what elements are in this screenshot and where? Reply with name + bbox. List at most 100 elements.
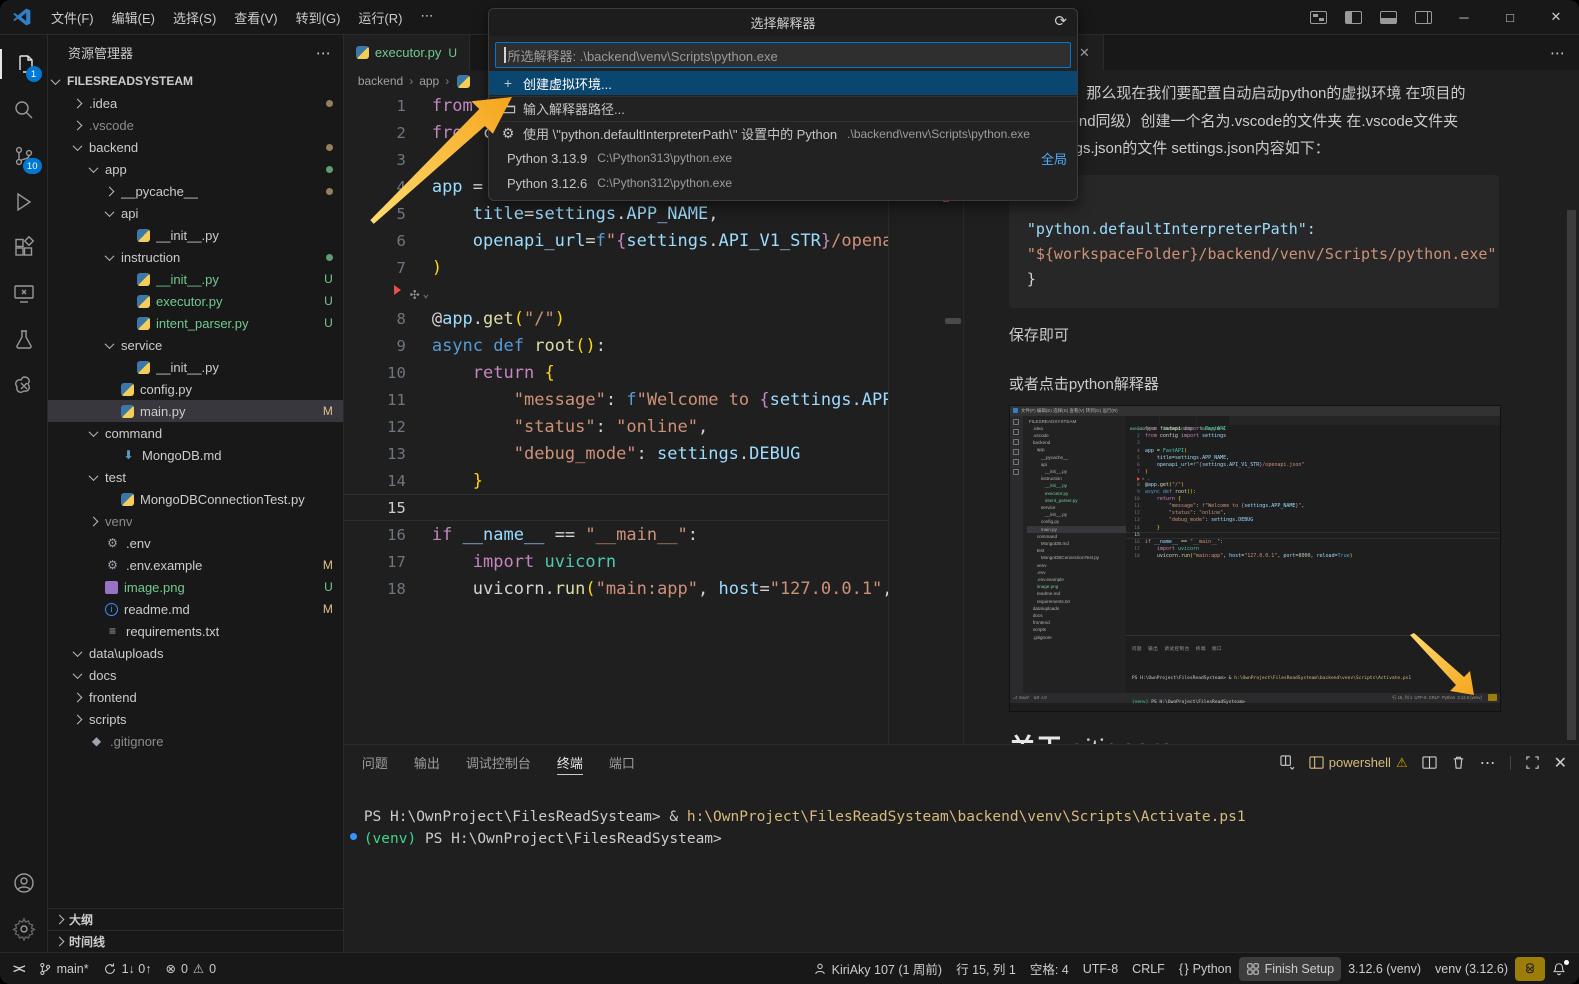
- status-person[interactable]: KiriAky 107 (1 周前): [806, 957, 949, 981]
- tree-item-docs[interactable]: docs: [48, 664, 343, 686]
- inline-ai-widget[interactable]: ✣⌄: [1126, 476, 1500, 482]
- terminal-more-icon[interactable]: ⋯: [1480, 753, 1496, 773]
- activity-extensions-icon[interactable]: [0, 225, 48, 271]
- status-item-right4[interactable]: CRLF: [1125, 957, 1172, 981]
- command-decoration-dot[interactable]: [350, 833, 357, 840]
- tree-item-__init__.py[interactable]: __init__.py: [48, 224, 343, 246]
- terminal-instance-label[interactable]: powershell ⚠: [1309, 755, 1408, 771]
- panel-tab-问题[interactable]: 问题: [362, 745, 388, 780]
- tree-item-command[interactable]: command: [48, 422, 343, 444]
- tree-item-.gitignore[interactable]: ◆.gitignore: [48, 730, 343, 752]
- panel-tab-端口[interactable]: 端口: [609, 745, 635, 780]
- activity-source-control-icon[interactable]: 10: [0, 133, 48, 179]
- refresh-icon[interactable]: ⟳: [1054, 12, 1067, 30]
- trash-icon[interactable]: [1451, 755, 1466, 770]
- menu-文件(F)[interactable]: 文件(F): [42, 4, 103, 31]
- menu-more-icon[interactable]: ⋯: [411, 4, 442, 31]
- tree-item-app[interactable]: app: [48, 158, 343, 180]
- customize-layout-icon[interactable]: [1310, 11, 1327, 24]
- toggle-secondary-sidebar-icon[interactable]: [1415, 11, 1432, 24]
- tree-item-.env[interactable]: ⚙.env: [48, 532, 343, 554]
- activity-run-debug-icon[interactable]: [0, 179, 48, 225]
- activity-explorer-icon[interactable]: 1: [0, 41, 48, 87]
- status-item-right1[interactable]: 行 15, 列 1: [949, 957, 1023, 981]
- close-panel-icon[interactable]: ✕: [1554, 753, 1567, 773]
- activity-ai-assistant-icon[interactable]: [0, 363, 48, 409]
- section-大纲[interactable]: 大纲: [48, 908, 343, 930]
- interpreter-search-input[interactable]: 所选解释器: .\backend\venv\Scripts\python.exe: [495, 42, 1071, 68]
- quickpick-item-4[interactable]: Python 3.12.6C:\Python312\python.exe: [489, 171, 1077, 195]
- tree-item-.vscode[interactable]: .vscode: [48, 114, 343, 136]
- status-grid[interactable]: Finish Setup: [1239, 957, 1341, 981]
- tree-item-instruction[interactable]: instruction: [48, 246, 343, 268]
- code-line-13[interactable]: 13 "debug_mode": settings.DEBUG: [344, 440, 888, 467]
- code-line-6[interactable]: 6 openapi_url=f"{settings.API_V1_STR}/op…: [1126, 462, 1500, 469]
- sidebar-more-icon[interactable]: ⋯: [316, 44, 331, 62]
- code-line-10[interactable]: 10 return {: [344, 359, 888, 386]
- preview-scrollbar[interactable]: [1567, 210, 1576, 740]
- quickpick-item-2[interactable]: ⚙使用 \"python.defaultInterpreterPath\" 设置…: [489, 121, 1077, 145]
- terminal-output[interactable]: PS H:\OwnProject\FilesReadSysteam> & h:\…: [344, 780, 1579, 952]
- menu-选择(S)[interactable]: 选择(S): [164, 4, 225, 31]
- inline-ai-widget[interactable]: ✣⌄: [344, 281, 888, 305]
- tree-item-venv[interactable]: venv: [48, 510, 343, 532]
- tab-executor-py[interactable]: executor.py U: [344, 35, 470, 70]
- toggle-sidebar-icon[interactable]: [1345, 11, 1362, 24]
- activity-search-icon[interactable]: [0, 87, 48, 133]
- split-terminal-dropdown-icon[interactable]: [1280, 755, 1295, 770]
- code-line-15[interactable]: 15: [344, 494, 888, 521]
- code-line-12[interactable]: 12 "status": "online",: [344, 413, 888, 440]
- code-line-16[interactable]: 16if __name__ == "__main__":: [344, 521, 888, 548]
- code-line-9[interactable]: 9async def root():: [344, 332, 888, 359]
- tree-item-scripts[interactable]: scripts: [48, 708, 343, 730]
- tree-item-backend[interactable]: backend: [48, 136, 343, 158]
- panel-tab-调试控制台[interactable]: 调试控制台: [466, 745, 531, 780]
- code-line-13[interactable]: 13 "debug_mode": settings.DEBUG: [1126, 518, 1500, 525]
- code-line-5[interactable]: 5 title=settings.APP_NAME,: [344, 200, 888, 227]
- tree-item-service[interactable]: service: [48, 334, 343, 356]
- tree-item-main.py[interactable]: main.pyM: [48, 400, 343, 422]
- activity-remote-explorer-icon[interactable]: [0, 271, 48, 317]
- code-line-18[interactable]: 18 uvicorn.run("main:app", host="127.0.0…: [344, 575, 888, 602]
- tree-item-api[interactable]: api: [48, 202, 343, 224]
- tree-item-MongoDB.md[interactable]: ⬇MongoDB.md: [48, 444, 343, 466]
- tree-item-intent_parser.py[interactable]: intent_parser.pyU: [48, 312, 343, 334]
- status-lingma[interactable]: [1515, 957, 1545, 981]
- breadcrumb-item[interactable]: backend: [358, 74, 403, 88]
- ai-sparkle-icon[interactable]: ✣: [410, 284, 420, 303]
- minimize-button[interactable]: ─: [1441, 0, 1487, 34]
- editor-actions-more-icon[interactable]: ⋯: [1550, 44, 1579, 62]
- code-line-8[interactable]: 8@app.get("/"): [344, 305, 888, 332]
- toggle-panel-icon[interactable]: [1380, 11, 1397, 24]
- status-item-right2[interactable]: 空格: 4: [1023, 957, 1076, 981]
- activity-settings-icon[interactable]: [0, 906, 48, 952]
- status-remote[interactable]: ><: [6, 957, 31, 981]
- code-line-14[interactable]: 14 }: [344, 467, 888, 494]
- tree-item-requirements.txt[interactable]: ≡requirements.txt: [48, 620, 343, 642]
- tree-item-__init__.py[interactable]: __init__.py: [48, 356, 343, 378]
- status-item-right3[interactable]: UTF-8: [1076, 957, 1125, 981]
- tree-item-.idea[interactable]: .idea: [48, 92, 343, 114]
- quickpick-item-0[interactable]: +创建虚拟环境...: [489, 71, 1077, 95]
- code-line-6[interactable]: 6 openapi_url=f"{settings.API_V1_STR}/op…: [344, 227, 888, 254]
- code-line-11[interactable]: 11 "message": f"Welcome to {settings.APP…: [344, 386, 888, 413]
- tree-item-__pycache__[interactable]: __pycache__: [48, 180, 343, 202]
- status-braces[interactable]: { }Python: [1172, 957, 1239, 981]
- menu-转到(G)[interactable]: 转到(G): [287, 4, 350, 31]
- activity-testing-icon[interactable]: [0, 317, 48, 363]
- menu-运行(R)[interactable]: 运行(R): [349, 4, 411, 31]
- tree-item-executor.py[interactable]: executor.pyU: [48, 290, 343, 312]
- tree-item-FILESREADSYSTEAM[interactable]: FILESREADSYSTEAM: [48, 70, 343, 92]
- panel-tab-输出[interactable]: 输出: [414, 745, 440, 780]
- tree-item-readme.md[interactable]: ireadme.mdM: [48, 598, 343, 620]
- menu-查看(V)[interactable]: 查看(V): [225, 4, 286, 31]
- tree-item-image.png[interactable]: image.pngU: [48, 576, 343, 598]
- editor-scrollbar-handle[interactable]: [945, 318, 961, 324]
- status-item-right8[interactable]: venv (3.12.6): [1428, 957, 1515, 981]
- split-icon[interactable]: [1422, 755, 1437, 770]
- quickpick-item-3[interactable]: Python 3.13.9C:\Python313\python.exe全局: [489, 146, 1077, 170]
- code-line-17[interactable]: 17 import uvicorn: [344, 548, 888, 575]
- tree-item-.env.example[interactable]: ⚙.env.exampleM: [48, 554, 343, 576]
- quickpick-item-1[interactable]: 输入解释器路径...: [489, 96, 1077, 120]
- menu-编辑(E)[interactable]: 编辑(E): [103, 4, 164, 31]
